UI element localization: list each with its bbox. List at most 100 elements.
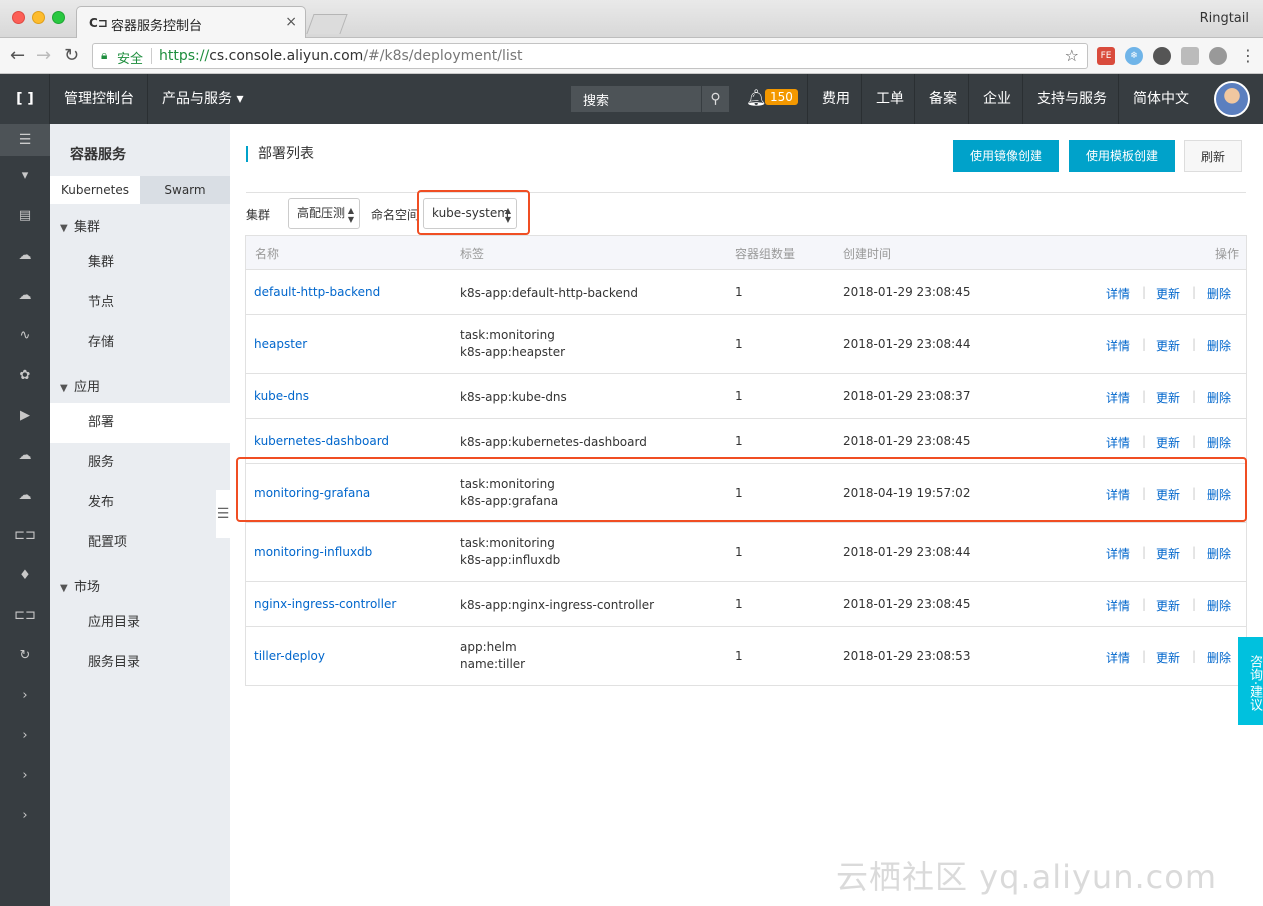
evernote-extension-icon[interactable]	[1153, 47, 1171, 65]
update-link[interactable]: 更新	[1156, 597, 1180, 614]
sidebar-item-storage[interactable]: 存储	[50, 323, 230, 363]
collapse-arrow-icon[interactable]: ▾	[0, 156, 50, 196]
products-menu[interactable]: 产品与服务 ▾	[147, 74, 257, 124]
cloud-sync-icon[interactable]: ☁	[0, 436, 50, 476]
sidebar-item-configmaps[interactable]: 配置项	[50, 523, 230, 563]
deployment-name-link[interactable]: heapster	[254, 337, 307, 351]
notification-bell-icon[interactable]: 🔔︎	[746, 88, 766, 107]
fe-extension-icon[interactable]: FE	[1097, 47, 1115, 65]
console-home-link[interactable]: 管理控制台	[49, 74, 148, 124]
play-icon[interactable]: ▶	[0, 396, 50, 436]
deployment-name-link[interactable]: kubernetes-dashboard	[254, 434, 389, 448]
update-link[interactable]: 更新	[1156, 337, 1180, 354]
sidebar-collapse-handle[interactable]: ☰	[216, 490, 230, 538]
new-tab-button[interactable]	[306, 14, 348, 34]
deployment-name-link[interactable]: nginx-ingress-controller	[254, 597, 396, 611]
delete-link[interactable]: 删除	[1207, 285, 1231, 302]
forward-icon[interactable]: →	[36, 45, 51, 66]
tab-swarm[interactable]: Swarm	[140, 176, 230, 204]
database-icon[interactable]: ▤	[0, 196, 50, 236]
minimize-window-button[interactable]	[32, 11, 45, 24]
cluster-select[interactable]: 高配压测 ▲ ▼	[288, 198, 360, 229]
notification-count-badge[interactable]: 150	[765, 89, 798, 105]
user-extension-icon[interactable]	[1209, 47, 1227, 65]
deployment-name-link[interactable]: monitoring-influxdb	[254, 545, 372, 559]
search-input[interactable]: 搜索 ⚲	[571, 86, 729, 112]
sidebar-item-clusters[interactable]: 集群	[50, 243, 230, 283]
delete-link[interactable]: 删除	[1207, 545, 1231, 562]
detail-link[interactable]: 详情	[1106, 597, 1130, 614]
create-from-image-button[interactable]: 使用镜像创建	[953, 140, 1059, 172]
update-link[interactable]: 更新	[1156, 545, 1180, 562]
search-icon[interactable]: ⚲	[701, 86, 729, 112]
delete-link[interactable]: 删除	[1207, 597, 1231, 614]
close-tab-icon[interactable]: ×	[285, 14, 297, 30]
close-window-button[interactable]	[12, 11, 25, 24]
delete-link[interactable]: 删除	[1207, 337, 1231, 354]
microphone-icon[interactable]: ♦	[0, 556, 50, 596]
sidebar-item-services[interactable]: 服务	[50, 443, 230, 483]
detail-link[interactable]: 详情	[1106, 337, 1130, 354]
bracket-icon[interactable]: ⊏⊐	[0, 596, 50, 636]
delete-link[interactable]: 删除	[1207, 434, 1231, 451]
browser-tab[interactable]: C⊐ 容器服务控制台 ×	[76, 6, 306, 38]
reload-icon[interactable]: ↻	[64, 45, 79, 66]
label-tag: k8s-app:heapster	[460, 345, 566, 359]
sidebar-item-releases[interactable]: 发布	[50, 483, 230, 523]
maximize-window-button[interactable]	[52, 11, 65, 24]
deployment-name-link[interactable]: tiller-deploy	[254, 649, 325, 663]
cloud-server-icon[interactable]: ☁	[0, 276, 50, 316]
cloud-icon[interactable]: ☁	[0, 236, 50, 276]
detail-link[interactable]: 详情	[1106, 389, 1130, 406]
avatar[interactable]	[1214, 81, 1250, 117]
sidebar-item-app-catalog[interactable]: 应用目录	[50, 603, 230, 643]
delete-link[interactable]: 删除	[1207, 389, 1231, 406]
detail-link[interactable]: 详情	[1106, 545, 1130, 562]
angular-extension-icon[interactable]	[1181, 47, 1199, 65]
expand-arrow-icon[interactable]: ›	[0, 676, 50, 716]
deployment-name-link[interactable]: kube-dns	[254, 389, 309, 403]
nav-fees[interactable]: 费用	[807, 74, 864, 124]
bookmark-star-icon[interactable]: ☆	[1065, 46, 1079, 65]
nav-language[interactable]: 简体中文	[1118, 74, 1203, 124]
container-service-icon[interactable]: ⊏⊐	[0, 516, 50, 556]
expand-arrow-icon[interactable]: ›	[0, 716, 50, 756]
sidebar-item-deployments[interactable]: 部署	[50, 403, 230, 443]
sidebar-group-cluster[interactable]: ▼ 集群	[60, 216, 100, 235]
expand-arrow-icon[interactable]: ›	[0, 756, 50, 796]
update-link[interactable]: 更新	[1156, 434, 1180, 451]
back-icon[interactable]: ←	[10, 45, 25, 66]
sidebar-item-nodes[interactable]: 节点	[50, 283, 230, 323]
delete-link[interactable]: 删除	[1207, 649, 1231, 666]
labels-cell: k8s-app:kube-dns	[460, 389, 567, 406]
wave-icon[interactable]: ∿	[0, 316, 50, 356]
menu-toggle-icon[interactable]: ☰	[0, 124, 50, 156]
url-input[interactable]: 🔒︎ 安全 https://cs.console.aliyun.com/#/k8…	[92, 43, 1088, 69]
feedback-button[interactable]: 咨询·建议	[1238, 637, 1263, 725]
refresh-button[interactable]: 刷新	[1184, 140, 1242, 172]
browser-menu-icon[interactable]: ⋮	[1240, 46, 1256, 65]
nav-support[interactable]: 支持与服务	[1022, 74, 1121, 124]
aliyun-logo-icon[interactable]: [ ]	[0, 74, 50, 124]
update-link[interactable]: 更新	[1156, 285, 1180, 302]
detail-link[interactable]: 详情	[1106, 434, 1130, 451]
create-from-template-button[interactable]: 使用模板创建	[1069, 140, 1175, 172]
tab-kubernetes[interactable]: Kubernetes	[50, 176, 140, 204]
snowflake-extension-icon[interactable]: ❄	[1125, 47, 1143, 65]
expand-arrow-icon[interactable]: ›	[0, 796, 50, 836]
deployment-name-link[interactable]: default-http-backend	[254, 285, 380, 299]
browser-profile-name[interactable]: Ringtail	[1200, 11, 1249, 26]
sidebar-item-service-catalog[interactable]: 服务目录	[50, 643, 230, 683]
nav-enterprise[interactable]: 企业	[968, 74, 1025, 124]
nav-icp[interactable]: 备案	[914, 74, 971, 124]
sidebar-group-application[interactable]: ▼ 应用	[60, 376, 100, 395]
update-link[interactable]: 更新	[1156, 389, 1180, 406]
detail-link[interactable]: 详情	[1106, 649, 1130, 666]
update-link[interactable]: 更新	[1156, 649, 1180, 666]
cloud-upload-icon[interactable]: ☁	[0, 476, 50, 516]
cluster-icon[interactable]: ✿	[0, 356, 50, 396]
refresh-service-icon[interactable]: ↻	[0, 636, 50, 676]
sidebar-group-market[interactable]: ▼ 市场	[60, 576, 100, 595]
nav-tickets[interactable]: 工单	[861, 74, 918, 124]
detail-link[interactable]: 详情	[1106, 285, 1130, 302]
